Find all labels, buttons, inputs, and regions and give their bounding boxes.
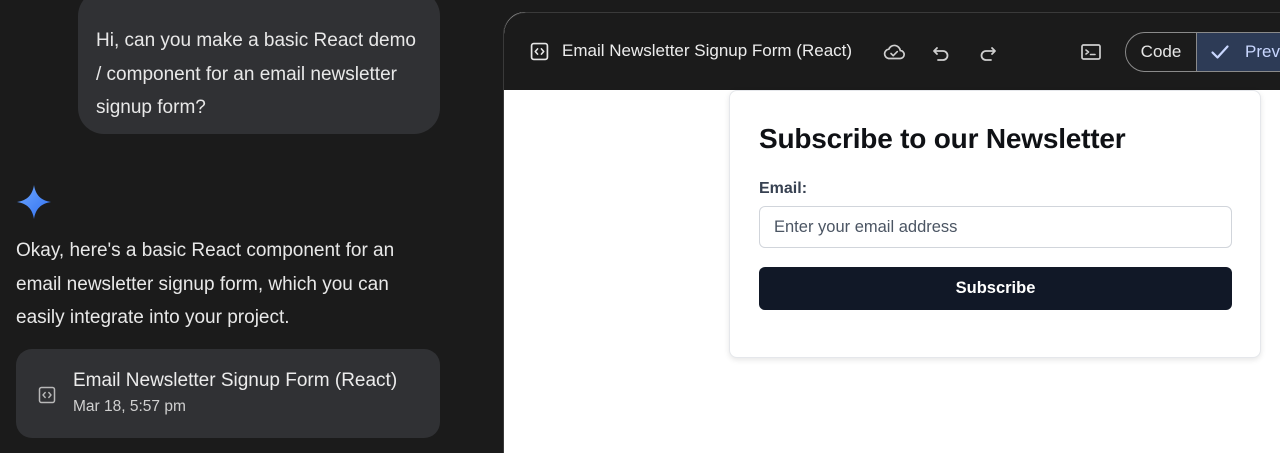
subscribe-button[interactable]: Subscribe — [759, 267, 1232, 310]
redo-button[interactable] — [975, 39, 1001, 65]
canvas-panel: Email Newsletter Signup Form (React) Cod… — [503, 12, 1280, 453]
artifact-title: Email Newsletter Signup Form (React) — [73, 370, 398, 391]
chat-panel: Hi, can you make a basic React demo / co… — [0, 0, 503, 453]
artifact-date: Mar 18, 5:57 pm — [73, 398, 186, 415]
canvas-toolbar: Email Newsletter Signup Form (React) Cod… — [504, 12, 1280, 90]
code-icon — [38, 386, 56, 404]
preview-tab[interactable]: Preview — [1197, 33, 1280, 71]
cloud-icon — [883, 44, 905, 60]
form-title: Subscribe to our Newsletter — [759, 123, 1126, 154]
terminal-button[interactable] — [1078, 39, 1104, 65]
signup-form-card: Subscribe to our Newsletter Email: Subsc… — [729, 90, 1261, 358]
preview-tab-label: Preview — [1245, 42, 1280, 61]
code-tab[interactable]: Code — [1126, 33, 1197, 71]
email-label: Email: — [759, 180, 808, 197]
gemini-spark-icon — [17, 185, 51, 219]
redo-icon — [980, 47, 996, 61]
undo-icon — [933, 47, 949, 61]
user-message: Hi, can you make a basic React demo / co… — [78, 0, 440, 134]
assistant-reply: Okay, here's a basic React component for… — [16, 240, 395, 328]
cloud-button[interactable] — [881, 39, 907, 65]
code-icon — [530, 42, 549, 61]
canvas-title: Email Newsletter Signup Form (React) — [562, 41, 853, 60]
check-icon — [1211, 45, 1229, 59]
artifact-card[interactable]: Email Newsletter Signup Form (React) Mar… — [16, 349, 440, 438]
terminal-icon — [1081, 44, 1101, 60]
undo-button[interactable] — [928, 39, 954, 65]
email-input[interactable] — [759, 206, 1232, 248]
view-toggle: Code Preview — [1125, 32, 1280, 72]
preview-area: Subscribe to our Newsletter Email: Subsc… — [504, 90, 1280, 453]
